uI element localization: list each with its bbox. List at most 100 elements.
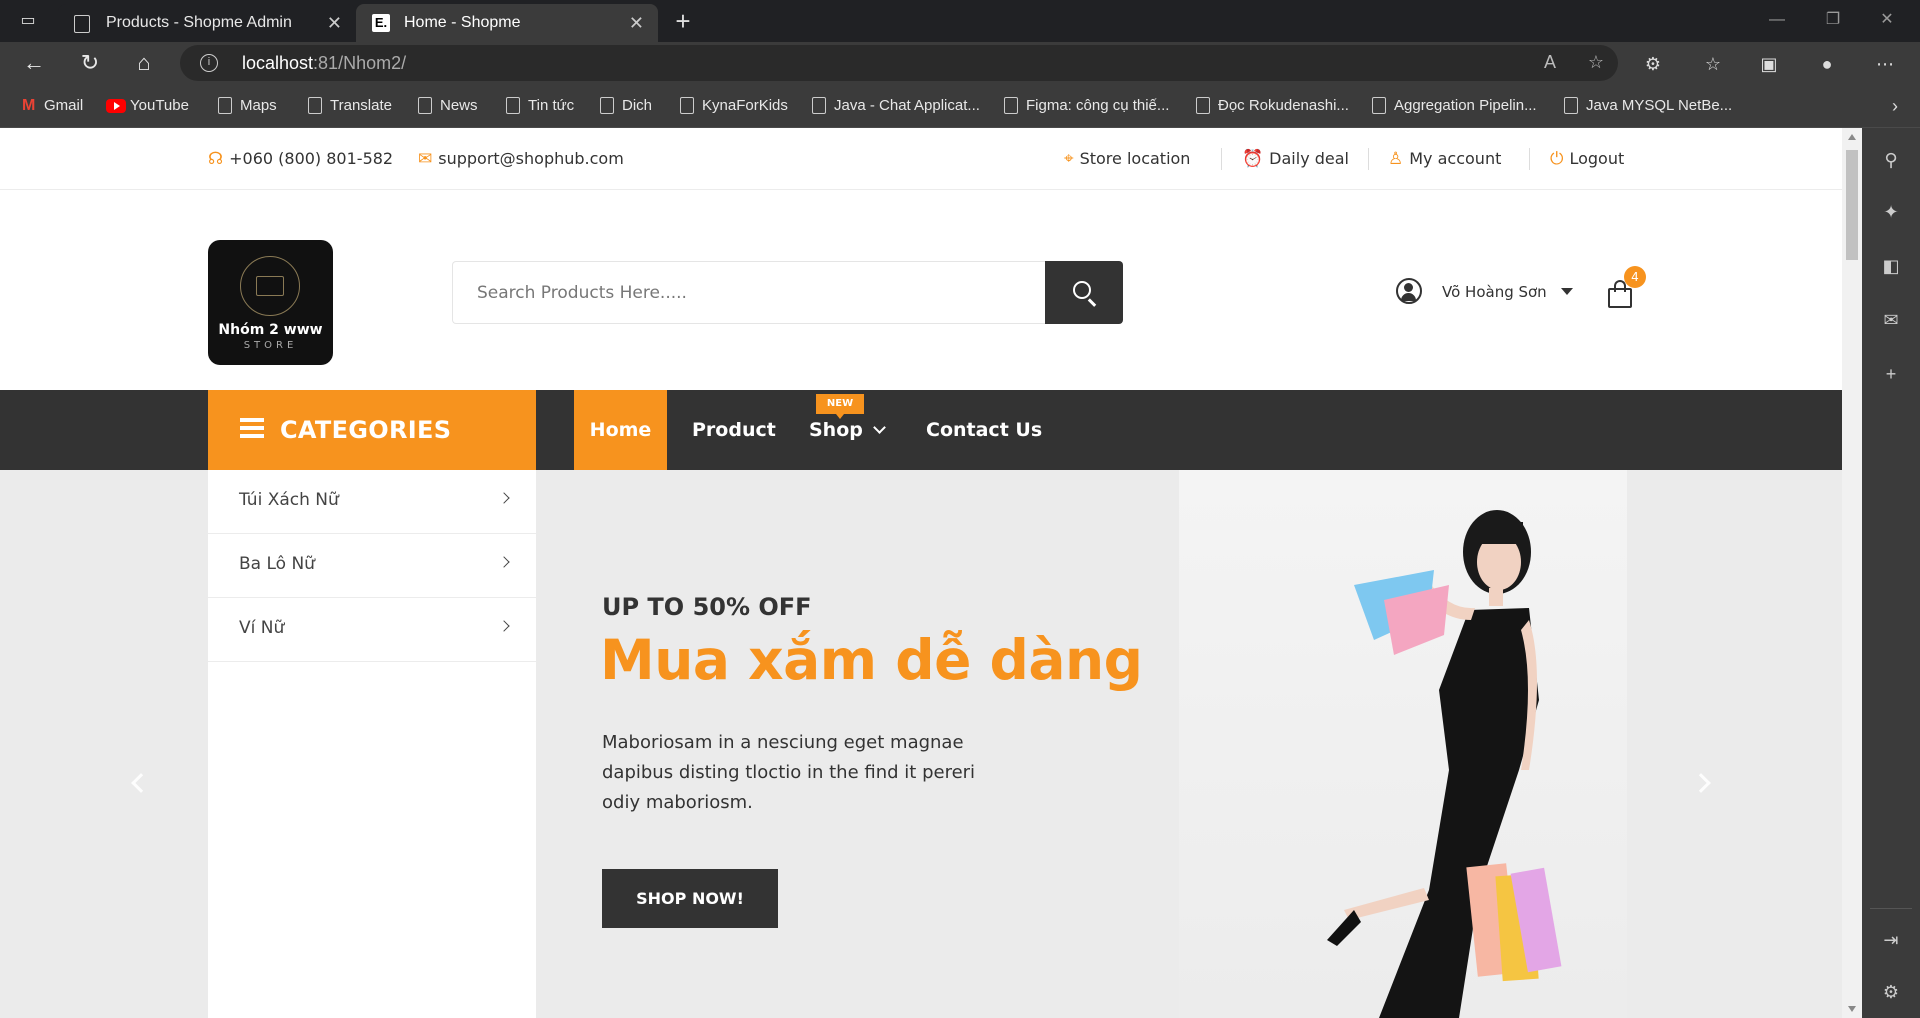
read-aloud-icon[interactable]: A [1544, 52, 1556, 73]
favorite-add-icon[interactable]: ☆ [1588, 52, 1604, 73]
tab-products-admin[interactable]: Products - Shopme Admin ✕ [58, 4, 356, 42]
bookmark-youtube[interactable]: YouTube [106, 84, 189, 128]
search-input[interactable] [452, 261, 1045, 324]
browser-side-panel: ⚲ ✦ ◧ ✉ + ⇥ ⚙ [1862, 128, 1920, 1018]
hide-sidebar-icon[interactable]: ⇥ [1879, 928, 1903, 952]
tab-actions-icon[interactable]: ▭ [16, 9, 40, 33]
cart-button[interactable]: 4 [1608, 266, 1646, 308]
page-icon [74, 15, 90, 33]
info-icon[interactable]: i [200, 54, 218, 72]
top-info-bar: ☊ +060 (800) 801-582 ✉ support@shophub.com… [0, 128, 1842, 190]
phone-contact[interactable]: ☊ +060 (800) 801-582 [208, 128, 393, 190]
chevron-right-icon[interactable]: › [1892, 84, 1898, 128]
office-icon[interactable]: ◧ [1879, 254, 1903, 278]
bookmark-maps[interactable]: Maps [216, 84, 277, 128]
envelope-icon: ✉ [418, 149, 433, 169]
bookmark-translate[interactable]: Translate [306, 84, 392, 128]
nav-contact-us[interactable]: Contact Us [926, 390, 1042, 470]
profile-avatar[interactable]: ● [1814, 51, 1840, 77]
nav-product[interactable]: Product [692, 390, 776, 470]
power-icon: ⏻ [1550, 149, 1564, 169]
daily-deal-link[interactable]: ⏰ Daily deal [1242, 128, 1349, 190]
my-account-link[interactable]: ♙ My account [1388, 128, 1501, 190]
site-favicon-icon: E. [372, 14, 390, 32]
close-window-button[interactable]: ✕ [1872, 8, 1902, 32]
store-location-link[interactable]: ⌖ Store location [1064, 128, 1190, 190]
gmail-icon: M [22, 97, 36, 114]
bookmark-figma[interactable]: Figma: công cụ thiế... [1002, 84, 1169, 128]
close-icon[interactable]: ✕ [327, 4, 342, 42]
more-menu-icon[interactable]: ⋯ [1872, 51, 1898, 77]
nav-home[interactable]: Home [574, 390, 667, 470]
bookmark-tin-tuc[interactable]: Tin tức [504, 84, 574, 128]
bookmark-java-chat[interactable]: Java - Chat Applicat... [810, 84, 980, 128]
home-button[interactable]: ⌂ [128, 49, 160, 77]
extensions-icon[interactable]: ⚙ [1640, 51, 1666, 77]
chevron-right-icon [498, 620, 510, 632]
bookmark-java-mysql[interactable]: Java MYSQL NetBe... [1562, 84, 1732, 128]
page-icon [218, 97, 232, 114]
reload-button[interactable]: ↻ [74, 49, 106, 77]
page-icon [308, 97, 322, 114]
email-contact[interactable]: ✉ support@shophub.com [418, 128, 624, 190]
user-circle-icon [1396, 278, 1422, 304]
outlook-icon[interactable]: ✉ [1879, 308, 1903, 332]
bookmark-aggregation[interactable]: Aggregation Pipelin... [1370, 84, 1537, 128]
restore-button[interactable]: ❐ [1818, 8, 1848, 32]
page-icon [680, 97, 694, 114]
youtube-icon [106, 99, 126, 113]
divider [1870, 908, 1912, 909]
favorites-icon[interactable]: ☆ [1700, 51, 1726, 77]
bookmark-gmail[interactable]: M Gmail [20, 84, 83, 128]
scroll-thumb[interactable] [1846, 150, 1858, 260]
gear-icon[interactable]: ⚙ [1879, 980, 1903, 1004]
category-item[interactable]: Ba Lô Nữ [208, 534, 536, 598]
divider [1529, 148, 1530, 170]
category-item[interactable]: Ví Nữ [208, 598, 536, 662]
back-button[interactable]: ← [18, 49, 50, 77]
hero-subtitle: UP TO 50% OFF [602, 593, 812, 621]
logo-subtitle: STORE [243, 340, 298, 351]
scroll-down-icon[interactable] [1848, 1006, 1856, 1012]
new-badge: NEW [816, 394, 864, 419]
url-text[interactable]: localhost:81/Nhom2/ [242, 45, 406, 81]
minimize-button[interactable]: — [1762, 8, 1792, 32]
tab-title: Home - Shopme [404, 14, 521, 31]
page-icon [1372, 97, 1386, 114]
logo-name: Nhóm 2 www [218, 322, 323, 338]
bookmark-news[interactable]: News [416, 84, 478, 128]
search-icon[interactable]: ⚲ [1879, 148, 1903, 172]
add-icon[interactable]: + [1879, 362, 1903, 386]
copilot-icon[interactable]: ✦ [1879, 200, 1903, 224]
tab-home-shopme[interactable]: E. Home - Shopme ✕ [356, 4, 658, 42]
bookmark-rokudenashi[interactable]: Đọc Rokudenashi... [1194, 84, 1349, 128]
logout-link[interactable]: ⏻ Logout [1550, 128, 1624, 190]
page-icon [1196, 97, 1210, 114]
close-icon[interactable]: ✕ [629, 4, 644, 42]
caret-down-icon [1561, 288, 1573, 295]
page-icon [812, 97, 826, 114]
divider [1221, 148, 1222, 170]
collections-icon[interactable]: ▣ [1756, 51, 1782, 77]
url-field[interactable]: i localhost:81/Nhom2/ A ☆ [180, 45, 1618, 81]
divider [1368, 148, 1369, 170]
main-nav: CATEGORIES Home Product Shop NEW Contact… [0, 390, 1842, 470]
search-button[interactable] [1045, 261, 1123, 324]
bookmark-dich[interactable]: Dich [598, 84, 652, 128]
bookmark-kynaforkids[interactable]: KynaForKids [678, 84, 788, 128]
address-bar-row: ← ↻ ⌂ i localhost:81/Nhom2/ A ☆ ⚙ ☆ ▣ ● … [0, 42, 1920, 84]
shop-now-button[interactable]: SHOP NOW! [602, 869, 778, 928]
categories-toggle[interactable]: CATEGORIES [208, 390, 536, 470]
page-scrollbar[interactable] [1842, 128, 1862, 1018]
alarm-clock-icon: ⏰ [1242, 149, 1264, 169]
new-tab-button[interactable]: + [668, 6, 698, 36]
page-icon [1564, 97, 1578, 114]
category-item[interactable]: Túi Xách Nữ [208, 470, 536, 534]
store-logo[interactable]: Nhóm 2 www STORE [208, 240, 333, 365]
scroll-up-icon[interactable] [1848, 134, 1856, 140]
category-list: Túi Xách Nữ Ba Lô Nữ Ví Nữ [208, 470, 536, 1018]
hero-model-image [1179, 470, 1627, 1018]
bookmarks-bar: M Gmail YouTube Maps Translate News Tin t… [0, 84, 1920, 128]
page-icon [418, 97, 432, 114]
map-pin-icon: ⌖ [1064, 149, 1074, 169]
